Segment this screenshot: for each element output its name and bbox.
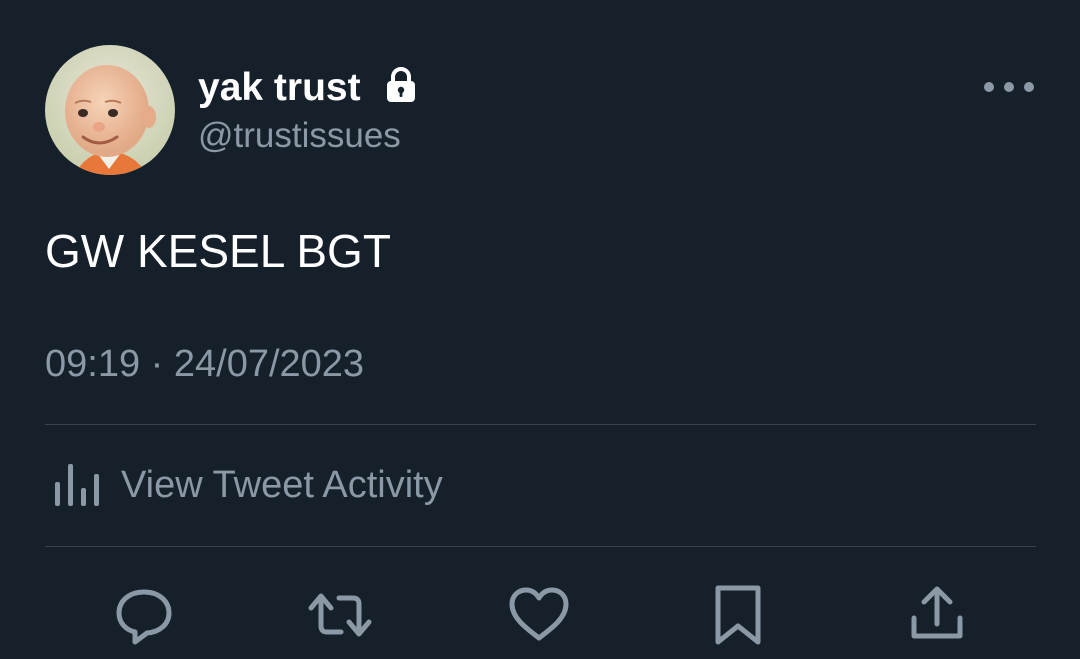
heart-icon xyxy=(509,587,569,641)
bookmark-button[interactable] xyxy=(705,582,771,648)
lock-icon xyxy=(385,67,417,103)
more-options-icon[interactable] xyxy=(980,74,1038,100)
divider xyxy=(45,546,1036,547)
like-button[interactable] xyxy=(506,582,572,648)
tweet-timestamp: 09:19 · 24/07/2023 xyxy=(45,343,365,385)
retweet-button[interactable] xyxy=(307,582,373,648)
divider xyxy=(45,424,1036,425)
share-icon xyxy=(911,586,963,639)
retweet-icon xyxy=(308,593,372,637)
reply-icon xyxy=(116,589,172,645)
bookmark-icon xyxy=(715,585,761,645)
view-tweet-activity-button[interactable]: View Tweet Activity xyxy=(45,450,565,522)
bar-chart-icon xyxy=(51,460,103,510)
view-tweet-activity-label: View Tweet Activity xyxy=(121,464,443,506)
tweet-text: GW KESEL BGT xyxy=(45,225,391,277)
avatar[interactable] xyxy=(45,45,175,175)
share-button[interactable] xyxy=(904,582,970,648)
display-name[interactable]: yak trust xyxy=(198,64,361,112)
user-handle[interactable]: @trustissues xyxy=(198,114,401,158)
reply-button[interactable] xyxy=(111,582,177,648)
